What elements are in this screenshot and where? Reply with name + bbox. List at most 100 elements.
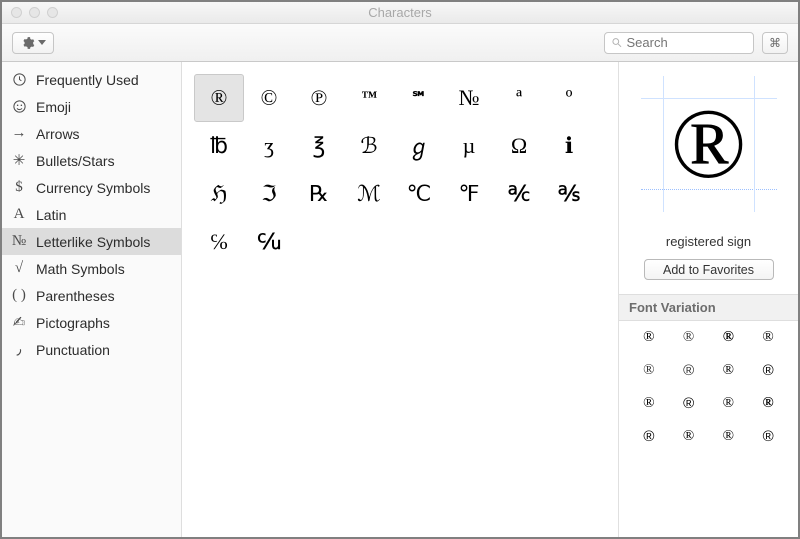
- character-name: registered sign: [666, 234, 751, 249]
- zoom-window-button[interactable]: [47, 7, 58, 18]
- pictograph-icon: ✍︎: [10, 313, 28, 332]
- clock-icon: [10, 71, 28, 88]
- font-variation[interactable]: ®: [643, 329, 654, 346]
- detail-panel: ® registered sign Add to Favorites Font …: [618, 62, 798, 537]
- arrow-icon: →: [10, 125, 28, 142]
- char-cell[interactable]: ℉: [444, 170, 494, 218]
- star-icon: ✳︎: [10, 151, 28, 170]
- search-field[interactable]: [604, 32, 754, 54]
- search-icon: [611, 36, 623, 49]
- gear-icon: [21, 36, 35, 50]
- sidebar-item-parentheses[interactable]: ( ) Parentheses: [2, 282, 181, 309]
- sidebar-item-emoji[interactable]: Emoji: [2, 93, 181, 120]
- sidebar-item-frequently-used[interactable]: Frequently Used: [2, 66, 181, 93]
- category-sidebar: Frequently Used Emoji → Arrows ✳︎ Bullet…: [2, 62, 182, 537]
- char-cell[interactable]: ℌ: [194, 170, 244, 218]
- sqrt-icon: √: [10, 260, 28, 277]
- sidebar-item-letterlike[interactable]: № Letterlike Symbols: [2, 228, 181, 255]
- character-preview: ® registered sign Add to Favorites: [619, 62, 798, 280]
- sidebar-item-punctuation[interactable]: ٫ Punctuation: [2, 336, 181, 363]
- font-variation[interactable]: ®: [762, 329, 773, 346]
- char-cell[interactable]: ℥: [294, 122, 344, 170]
- char-cell[interactable]: ℀: [494, 170, 544, 218]
- punctuation-icon: ٫: [10, 340, 28, 359]
- sidebar-item-label: Pictographs: [36, 315, 110, 331]
- window-title: Characters: [2, 5, 798, 20]
- font-variation[interactable]: ®: [683, 428, 694, 445]
- char-cell[interactable]: №: [444, 74, 494, 122]
- characters-window: Characters ⌘ Frequently Used Emoji: [0, 0, 800, 539]
- close-window-button[interactable]: [11, 7, 22, 18]
- char-cell[interactable]: º: [544, 74, 594, 122]
- font-variation[interactable]: ®: [723, 362, 734, 379]
- character-grid: ® © ℗ ™ ℠ № ª º ℔ ʒ ℥ ℬ ℊ µ Ω ℹ: [182, 62, 618, 537]
- char-cell[interactable]: µ: [444, 122, 494, 170]
- paren-icon: ( ): [10, 287, 28, 304]
- sidebar-item-arrows[interactable]: → Arrows: [2, 120, 181, 147]
- char-cell[interactable]: ℠: [394, 74, 444, 122]
- char-cell[interactable]: ℑ: [244, 170, 294, 218]
- minimize-window-button[interactable]: [29, 7, 40, 18]
- font-variation[interactable]: ®: [643, 428, 654, 445]
- sidebar-item-label: Arrows: [36, 126, 80, 142]
- char-cell[interactable]: ℁: [544, 170, 594, 218]
- char-cell[interactable]: ℳ: [344, 170, 394, 218]
- add-to-favorites-button[interactable]: Add to Favorites: [644, 259, 774, 280]
- sidebar-item-bullets-stars[interactable]: ✳︎ Bullets/Stars: [2, 147, 181, 174]
- chevron-down-icon: [38, 40, 46, 45]
- action-menu-button[interactable]: [12, 32, 54, 54]
- font-variation[interactable]: ®: [723, 428, 734, 445]
- sidebar-item-label: Currency Symbols: [36, 180, 150, 196]
- font-variation[interactable]: ®: [763, 362, 774, 379]
- char-cell[interactable]: Ω: [494, 122, 544, 170]
- char-cell[interactable]: ℃: [394, 170, 444, 218]
- font-variation-grid: ® ® ® ® ® ® ® ® ® ® ® ® ® ® ® ®: [619, 321, 798, 453]
- preview-glyph: ®: [671, 94, 747, 194]
- main-area: ® © ℗ ™ ℠ № ª º ℔ ʒ ℥ ℬ ℊ µ Ω ℹ: [182, 62, 798, 537]
- char-cell[interactable]: ℔: [194, 122, 244, 170]
- char-cell[interactable]: ®: [194, 74, 244, 122]
- sidebar-item-latin[interactable]: A Latin: [2, 201, 181, 228]
- char-cell[interactable]: ª: [494, 74, 544, 122]
- search-input[interactable]: [627, 35, 747, 50]
- body: Frequently Used Emoji → Arrows ✳︎ Bullet…: [2, 62, 798, 537]
- font-variation[interactable]: ®: [643, 362, 654, 379]
- font-variation[interactable]: ®: [763, 395, 774, 412]
- font-variation[interactable]: ®: [723, 329, 734, 346]
- font-variation[interactable]: ®: [643, 395, 654, 412]
- char-cell[interactable]: ℗: [294, 74, 344, 122]
- dollar-icon: $: [10, 179, 28, 196]
- font-variation[interactable]: ®: [683, 329, 694, 346]
- latin-icon: A: [10, 206, 28, 223]
- char-cell[interactable]: ℆: [244, 218, 294, 266]
- keyboard-viewer-button[interactable]: ⌘: [762, 32, 788, 54]
- sidebar-item-label: Parentheses: [36, 288, 115, 304]
- char-cell[interactable]: ™: [344, 74, 394, 122]
- font-variation[interactable]: ®: [763, 428, 774, 445]
- sidebar-item-math[interactable]: √ Math Symbols: [2, 255, 181, 282]
- sidebar-item-label: Math Symbols: [36, 261, 125, 277]
- font-variation[interactable]: ®: [723, 395, 734, 412]
- char-cell[interactable]: ℬ: [344, 122, 394, 170]
- char-cell[interactable]: ℹ: [544, 122, 594, 170]
- sidebar-item-pictographs[interactable]: ✍︎ Pictographs: [2, 309, 181, 336]
- sidebar-item-currency[interactable]: $ Currency Symbols: [2, 174, 181, 201]
- font-variation[interactable]: ®: [683, 395, 694, 412]
- sidebar-item-label: Bullets/Stars: [36, 153, 115, 169]
- smile-icon: [10, 98, 28, 115]
- toolbar: ⌘: [2, 24, 798, 62]
- sidebar-item-label: Frequently Used: [36, 72, 139, 88]
- window-controls: [11, 7, 58, 18]
- char-cell[interactable]: ℅: [194, 218, 244, 266]
- sidebar-item-label: Latin: [36, 207, 66, 223]
- font-variation[interactable]: ®: [683, 362, 694, 379]
- char-cell[interactable]: ©: [244, 74, 294, 122]
- sidebar-item-label: Letterlike Symbols: [36, 234, 150, 250]
- font-variation-header: Font Variation: [619, 294, 798, 321]
- numero-icon: №: [10, 233, 28, 250]
- sidebar-item-label: Punctuation: [36, 342, 110, 358]
- keyboard-icon: ⌘: [769, 36, 781, 50]
- char-cell[interactable]: ℞: [294, 170, 344, 218]
- char-cell[interactable]: ℊ: [394, 122, 444, 170]
- char-cell[interactable]: ʒ: [244, 122, 294, 170]
